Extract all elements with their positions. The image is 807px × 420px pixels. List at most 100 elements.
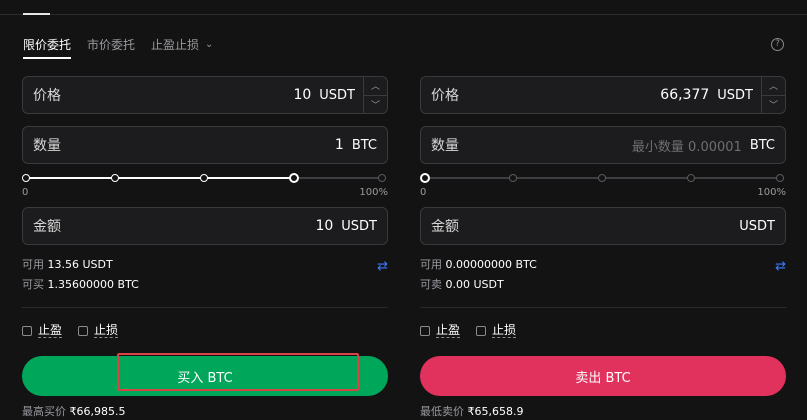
help-icon[interactable]: ? — [771, 38, 784, 51]
sell-price-value-area: 66,377 USDT — [660, 77, 753, 113]
slider-handle[interactable] — [289, 173, 299, 183]
sell-best-price: 最低卖价 ₹65,658.9 — [420, 403, 786, 419]
sell-button-label: 卖出 BTC — [575, 370, 631, 386]
sell-stop-loss-label: 止损 — [492, 323, 517, 338]
checkbox-box — [22, 326, 32, 336]
tab-limit-order[interactable]: 限价委托 — [23, 36, 71, 53]
sell-cansell-row: 可卖 0.00 USDT — [420, 275, 786, 295]
slider-stop[interactable] — [598, 174, 606, 182]
chevron-up-icon[interactable]: ︿ — [364, 77, 387, 96]
slider-handle[interactable] — [420, 173, 430, 183]
sell-price-value: 66,377 — [660, 87, 710, 103]
buy-quantity-input[interactable]: 数量 1 BTC — [22, 126, 388, 164]
buy-best-value: ₹66,985.5 — [69, 405, 126, 418]
buy-quantity-value: 1 — [334, 137, 344, 153]
sell-best-value: ₹65,658.9 — [467, 405, 524, 418]
buy-stop-loss-label: 止损 — [94, 323, 119, 338]
slider-min-label: 0 — [420, 187, 427, 198]
sell-take-profit-checkbox[interactable]: 止盈 — [420, 323, 461, 338]
buy-best-label: 最高买价 — [22, 405, 66, 418]
buy-button-label: 买入 BTC — [177, 370, 233, 386]
slider-min-label: 0 — [22, 187, 29, 198]
sell-price-input[interactable]: 价格 66,377 USDT ︿ ﹀ — [420, 76, 786, 114]
buy-quantity-label: 数量 — [33, 138, 61, 154]
order-type-tabs: 限价委托 市价委托 止盈止损 ⌄ — [23, 36, 213, 53]
buy-price-input[interactable]: 价格 10 USDT ︿ ﹀ — [22, 76, 388, 114]
top-tab-bar — [0, 0, 807, 15]
tab-tpsl-label: 止盈止损 — [151, 38, 200, 52]
slider-stop[interactable] — [111, 174, 119, 182]
buy-price-value: 10 — [293, 87, 312, 103]
sell-percent-slider[interactable] — [420, 170, 786, 186]
sell-quantity-input[interactable]: 数量 最小数量 0.00001 BTC — [420, 126, 786, 164]
slider-max-label: 100% — [757, 187, 786, 198]
divider — [420, 307, 786, 308]
buy-amount-value-area: 10 USDT — [315, 208, 377, 244]
sell-availability: 可用 0.00000000 BTC 可卖 0.00 USDT ⇄ — [420, 255, 786, 295]
sell-tpsl-options: 止盈 止损 — [420, 324, 786, 338]
buy-btc-button[interactable]: 买入 BTC — [22, 353, 388, 396]
sell-amount-value-area: USDT — [739, 208, 775, 244]
buy-quantity-value-area: 1 BTC — [335, 127, 377, 163]
slider-stop[interactable] — [378, 174, 386, 182]
slider-max-label: 100% — [359, 187, 388, 198]
sell-cansell-value: 0.00 USDT — [445, 278, 504, 291]
sell-best-label: 最低卖价 — [420, 405, 464, 418]
slider-fill — [24, 177, 291, 179]
sell-amount-input[interactable]: 金额 USDT — [420, 207, 786, 245]
checkbox-box — [476, 326, 487, 336]
sell-panel: 价格 66,377 USDT ︿ ﹀ 数量 最小数量 0.00001 BTC 0… — [420, 76, 786, 419]
tab-tpsl-order[interactable]: 止盈止损 ⌄ — [151, 36, 213, 53]
tab-market-order[interactable]: 市价委托 — [87, 36, 135, 53]
sell-quantity-placeholder: 最小数量 0.00001 — [631, 139, 742, 155]
chevron-up-icon[interactable]: ︿ — [762, 77, 785, 96]
sell-cansell-label: 可卖 — [420, 278, 442, 291]
buy-canbuy-value: 1.35600000 BTC — [47, 278, 139, 291]
sell-stop-loss-checkbox[interactable]: 止损 — [476, 323, 517, 338]
buy-amount-value: 10 — [315, 218, 334, 234]
buy-price-value-area: 10 USDT — [293, 77, 355, 113]
buy-available-value: 13.56 USDT — [47, 258, 113, 271]
buy-stop-loss-checkbox[interactable]: 止损 — [78, 323, 119, 338]
sell-price-unit: USDT — [717, 87, 753, 103]
sell-quantity-unit: BTC — [749, 137, 775, 153]
buy-slider-labels: 0 100% — [22, 187, 388, 201]
sell-price-stepper: ︿ ﹀ — [761, 77, 785, 113]
buy-availability: 可用 13.56 USDT 可买 1.35600000 BTC ⇄ — [22, 255, 388, 295]
chevron-down-icon: ⌄ — [205, 39, 214, 50]
sell-take-profit-label: 止盈 — [436, 323, 461, 338]
checkbox-box — [78, 326, 89, 336]
buy-canbuy-label: 可买 — [22, 278, 44, 291]
sell-available-row: 可用 0.00000000 BTC — [420, 255, 786, 275]
slider-stop[interactable] — [200, 174, 208, 182]
sell-quantity-label: 数量 — [431, 138, 459, 154]
sell-slider-labels: 0 100% — [420, 187, 786, 201]
buy-tpsl-options: 止盈 止损 — [22, 324, 388, 338]
slider-stop[interactable] — [509, 174, 517, 182]
sell-quantity-value-area: 最小数量 0.00001 BTC — [632, 127, 775, 163]
slider-stop[interactable] — [687, 174, 695, 182]
buy-panel: 价格 10 USDT ︿ ﹀ 数量 1 BTC 0 100% 金额 10 USD… — [22, 76, 388, 419]
highlight-box — [117, 353, 359, 391]
slider-stop[interactable] — [22, 174, 30, 182]
chevron-down-icon[interactable]: ﹀ — [364, 96, 387, 114]
buy-amount-label: 金额 — [33, 219, 61, 235]
sell-available-value: 0.00000000 BTC — [445, 258, 537, 271]
tab-active-underline — [23, 57, 71, 59]
sell-available-label: 可用 — [420, 258, 442, 271]
buy-price-stepper: ︿ ﹀ — [363, 77, 387, 113]
buy-best-price: 最高买价 ₹66,985.5 — [22, 403, 388, 419]
chevron-down-icon[interactable]: ﹀ — [762, 96, 785, 114]
buy-amount-unit: USDT — [341, 218, 377, 234]
swap-icon[interactable]: ⇄ — [775, 257, 786, 277]
buy-percent-slider[interactable] — [22, 170, 388, 186]
buy-quantity-unit: BTC — [351, 137, 377, 153]
buy-canbuy-row: 可买 1.35600000 BTC — [22, 275, 388, 295]
divider — [22, 307, 388, 308]
buy-price-unit: USDT — [319, 87, 355, 103]
swap-icon[interactable]: ⇄ — [377, 257, 388, 277]
buy-amount-input[interactable]: 金额 10 USDT — [22, 207, 388, 245]
buy-take-profit-checkbox[interactable]: 止盈 — [22, 324, 63, 338]
slider-stop[interactable] — [776, 174, 784, 182]
sell-btc-button[interactable]: 卖出 BTC — [420, 356, 786, 396]
